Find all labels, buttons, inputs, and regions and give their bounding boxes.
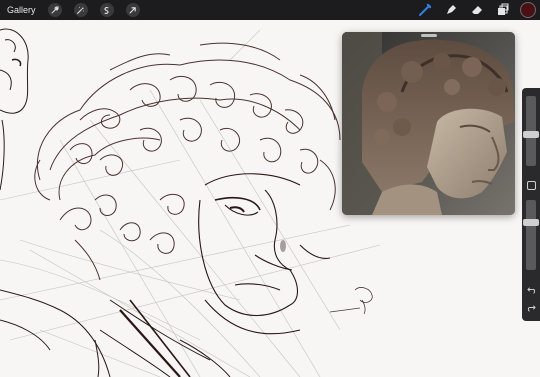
reference-photo bbox=[342, 32, 515, 215]
wrench-icon bbox=[51, 5, 59, 14]
layers-button[interactable] bbox=[490, 0, 516, 20]
magic-wand-icon bbox=[76, 6, 85, 14]
selection-button[interactable] bbox=[99, 3, 114, 17]
layers-icon bbox=[498, 3, 509, 15]
scribble-mark bbox=[329, 287, 373, 315]
reference-window[interactable] bbox=[342, 32, 515, 215]
side-bar bbox=[522, 88, 540, 321]
selection-icon bbox=[104, 6, 109, 14]
brush-tool-button[interactable] bbox=[412, 0, 438, 20]
transform-button[interactable] bbox=[125, 3, 140, 17]
smudge-icon bbox=[447, 5, 456, 14]
left-face-sketch bbox=[0, 28, 29, 191]
construction-lines bbox=[0, 29, 381, 377]
smudge-tool-button[interactable] bbox=[438, 0, 464, 20]
tool-group bbox=[412, 0, 540, 20]
gallery-button[interactable]: Gallery bbox=[7, 5, 36, 15]
reference-drag-handle[interactable] bbox=[421, 34, 437, 37]
transform-arrow-icon bbox=[129, 6, 136, 14]
brush-size-slider[interactable] bbox=[523, 96, 539, 166]
undo-icon[interactable] bbox=[526, 284, 536, 294]
color-picker-button[interactable] bbox=[520, 2, 536, 18]
modify-square-icon[interactable] bbox=[527, 181, 536, 190]
eraser-icon bbox=[472, 6, 482, 14]
adjustments-button[interactable] bbox=[73, 3, 88, 17]
hair-sketch bbox=[34, 42, 341, 281]
face-sketch bbox=[198, 173, 331, 335]
opacity-knob[interactable] bbox=[523, 218, 539, 226]
brush-size-knob[interactable] bbox=[523, 130, 539, 138]
brush-icon bbox=[419, 3, 432, 16]
actions-button[interactable] bbox=[47, 3, 62, 17]
redo-icon[interactable] bbox=[526, 302, 536, 312]
top-toolbar: Gallery bbox=[0, 0, 540, 20]
shading-mark bbox=[280, 240, 286, 252]
eraser-tool-button[interactable] bbox=[464, 0, 490, 20]
opacity-slider[interactable] bbox=[523, 200, 539, 270]
